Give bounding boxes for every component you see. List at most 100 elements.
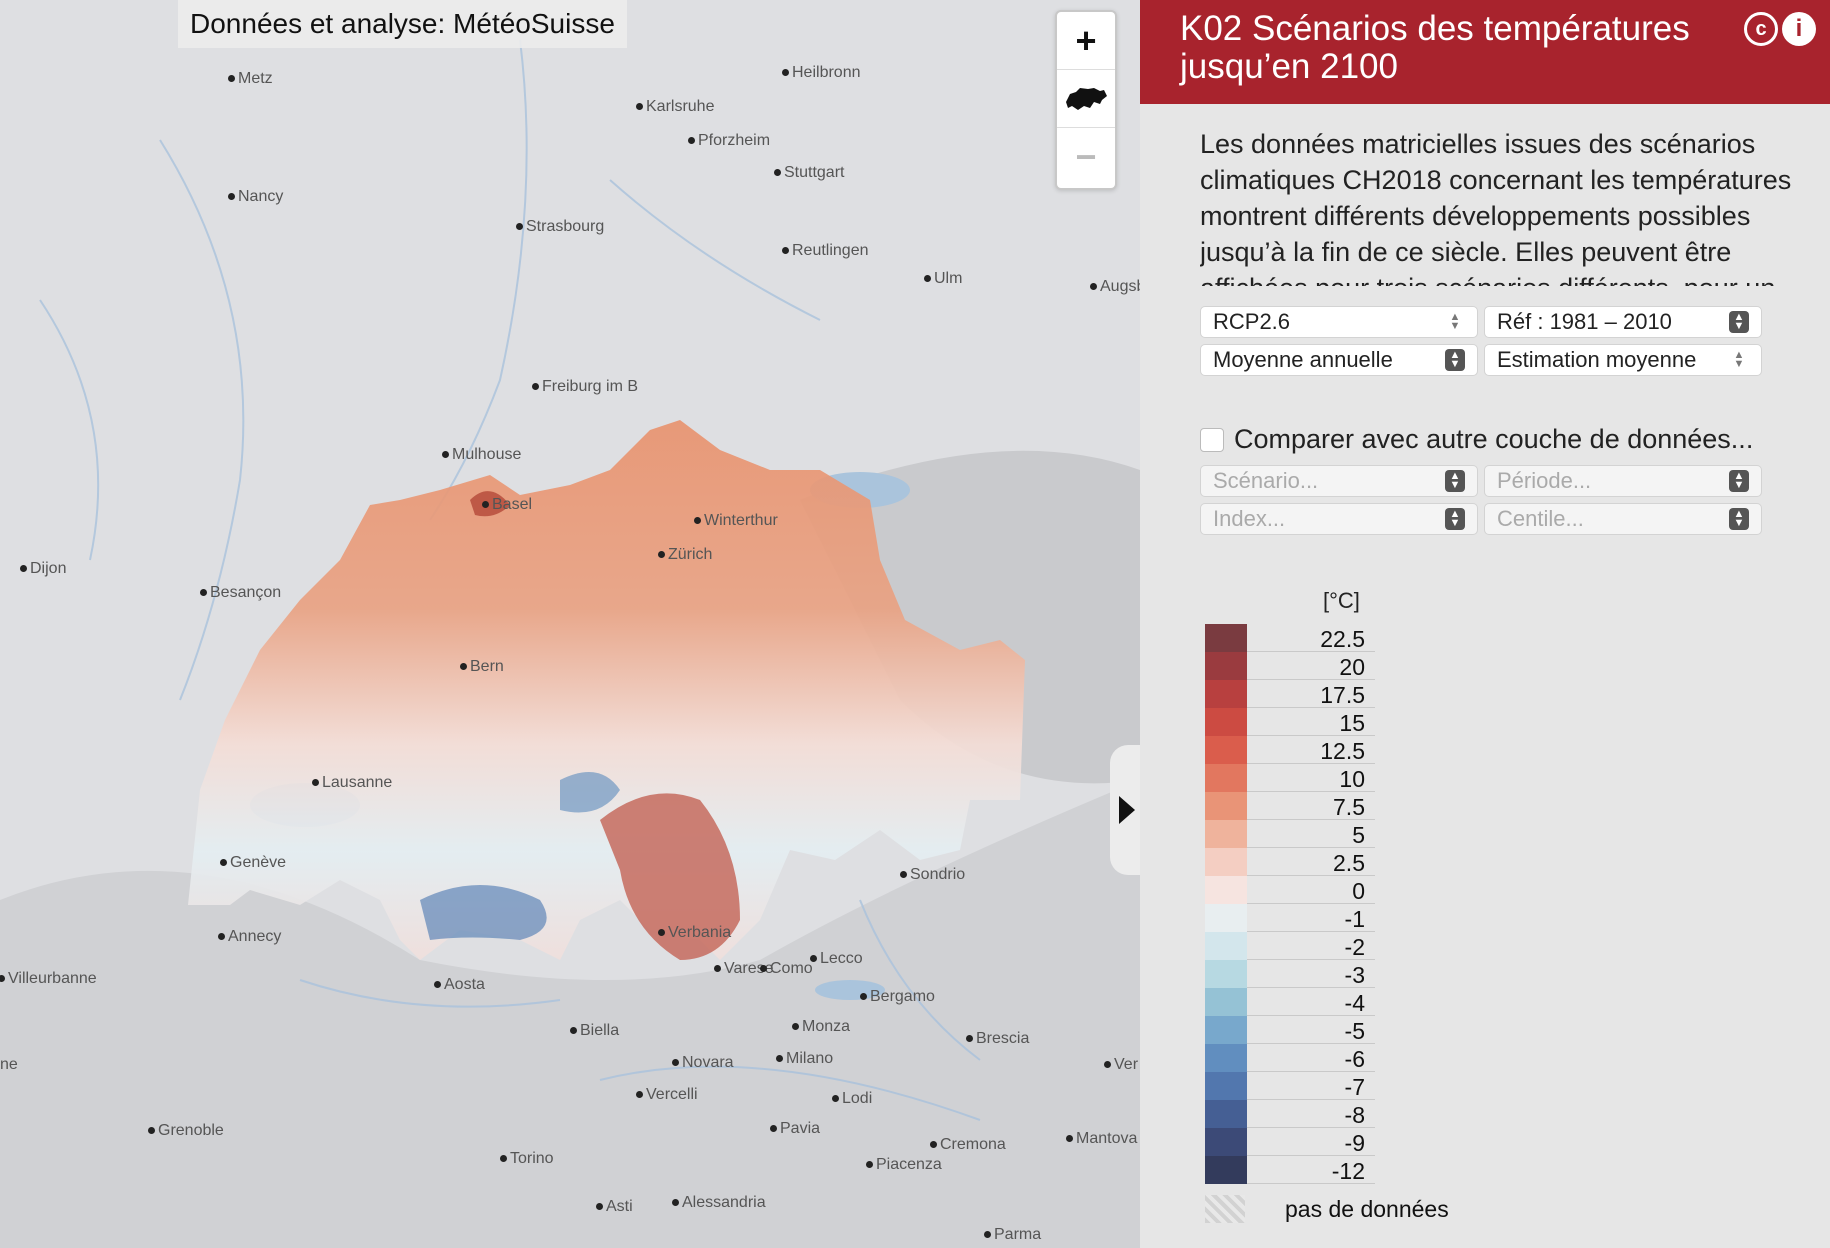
cc-icon[interactable]: c (1744, 12, 1778, 46)
compare-checkbox[interactable] (1200, 427, 1224, 452)
city-label: Monza (792, 1018, 850, 1036)
legend-swatch (1205, 1128, 1247, 1156)
legend-label: -8 (1344, 1102, 1365, 1128)
index-select-value: Moyenne annuelle (1213, 347, 1393, 372)
legend-label: -9 (1344, 1130, 1365, 1156)
city-label: Pforzheim (688, 132, 770, 150)
legend-swatch (1205, 988, 1247, 1016)
city-label: Heilbronn (782, 64, 860, 82)
map-view[interactable]: Données et analyse: MétéoSuisse + − Metz… (0, 0, 1140, 1248)
description-text: Les données matricielles issues des scén… (1200, 129, 1792, 286)
compare-index-value: Index... (1213, 506, 1286, 531)
scenario-select[interactable]: RCP2.6 ▲ ▼ (1200, 306, 1478, 338)
city-label: Metz (228, 70, 273, 88)
panel-title: K02 Scénarios des températures jusqu’en … (1180, 9, 1690, 86)
compare-label: Comparer avec autre couche de données... (1234, 424, 1754, 454)
legend-label: 5 (1352, 822, 1365, 848)
city-label: Zürich (658, 546, 712, 564)
city-label: Nancy (228, 188, 283, 206)
city-label: Villeurbanne (0, 970, 97, 988)
compare-period-value: Période... (1497, 468, 1592, 493)
city-label: Freiburg im B (532, 378, 638, 396)
city-label: Annecy (218, 928, 281, 946)
zoom-out-button[interactable]: − (1057, 128, 1115, 186)
estimate-select-value: Estimation moyenne (1497, 347, 1697, 372)
legend-swatch (1205, 736, 1247, 764)
city-label: Piacenza (866, 1156, 942, 1174)
info-icon[interactable]: i (1782, 12, 1816, 46)
city-label: ne (0, 1056, 18, 1074)
legend-swatch (1205, 932, 1247, 960)
city-label: Basel (482, 496, 532, 514)
legend-swatch (1205, 904, 1247, 932)
city-label: Novara (672, 1054, 734, 1072)
compare-scenario-value: Scénario... (1213, 468, 1319, 493)
city-label: Grenoble (148, 1122, 224, 1140)
legend-label: 7.5 (1333, 794, 1365, 820)
legend-label: -7 (1344, 1074, 1365, 1100)
legend-swatch (1205, 960, 1247, 988)
estimate-select[interactable]: Estimation moyenne ▲ ▼ (1484, 344, 1762, 376)
city-label: Strasbourg (516, 218, 604, 236)
city-label: Biella (570, 1022, 619, 1040)
city-label: Sondrio (900, 866, 965, 884)
city-label: Lausanne (312, 774, 392, 792)
city-label: Brescia (966, 1030, 1029, 1048)
caret-right-icon (1119, 796, 1135, 824)
compare-row: Comparer avec autre couche de données... (1200, 424, 1830, 455)
city-label: Besançon (200, 584, 281, 602)
reset-view-button[interactable] (1057, 70, 1115, 128)
city-label: Como (760, 960, 813, 978)
compare-index-select[interactable]: Index... ▲ ▼ (1200, 503, 1478, 535)
city-label: Stuttgart (774, 164, 844, 182)
legend-label: 15 (1339, 710, 1365, 736)
legend-swatch (1205, 1072, 1247, 1100)
select-arrows-icon: ▲ ▼ (1449, 311, 1461, 332)
panel-toggle-button[interactable] (1110, 745, 1140, 875)
legend-label: 20 (1339, 654, 1365, 680)
city-label: Milano (776, 1050, 833, 1068)
legend-label: 2.5 (1333, 850, 1365, 876)
city-label: Lecco (810, 950, 863, 968)
legend-swatch (1205, 876, 1247, 904)
legend-label: -4 (1344, 990, 1365, 1016)
select-arrows-icon: ▲ ▼ (1445, 349, 1465, 371)
compare-centile-select[interactable]: Centile... ▲ ▼ (1484, 503, 1762, 535)
legend-label: -12 (1331, 1158, 1365, 1184)
city-label: Reutlingen (782, 242, 869, 260)
legend-swatch (1205, 680, 1247, 708)
legend-label: -1 (1344, 906, 1365, 932)
legend-label: 0 (1352, 878, 1365, 904)
legend-label: -5 (1344, 1018, 1365, 1044)
no-data-label: pas de données (1285, 1195, 1449, 1222)
city-label: Ver (1104, 1056, 1138, 1074)
city-label: Parma (984, 1226, 1041, 1244)
compare-centile-value: Centile... (1497, 506, 1584, 531)
legend-swatch (1205, 624, 1247, 652)
reference-select[interactable]: Réf : 1981 – 2010 ▲ ▼ (1484, 306, 1762, 338)
select-arrows-icon: ▲ ▼ (1733, 349, 1745, 370)
select-arrows-icon: ▲ ▼ (1729, 311, 1749, 333)
reference-select-value: Réf : 1981 – 2010 (1497, 309, 1672, 334)
city-label: Karlsruhe (636, 98, 714, 116)
select-arrows-icon: ▲ ▼ (1729, 470, 1749, 492)
zoom-in-button[interactable]: + (1057, 12, 1115, 70)
select-arrows-icon: ▲ ▼ (1445, 508, 1465, 530)
legend-label: -2 (1344, 934, 1365, 960)
panel-header: K02 Scénarios des températures jusqu’en … (1140, 0, 1830, 104)
city-label: Vercelli (636, 1086, 698, 1104)
compare-period-select[interactable]: Période... ▲ ▼ (1484, 465, 1762, 497)
index-select[interactable]: Moyenne annuelle ▲ ▼ (1200, 344, 1478, 376)
legend-swatch (1205, 708, 1247, 736)
compare-scenario-select[interactable]: Scénario... ▲ ▼ (1200, 465, 1478, 497)
legend-swatch (1205, 1100, 1247, 1128)
select-arrows-icon: ▲ ▼ (1729, 508, 1749, 530)
city-label: Dijon (20, 560, 66, 578)
city-label: Bergamo (860, 988, 935, 1006)
city-label: Lodi (832, 1090, 872, 1108)
city-label: Genève (220, 854, 286, 872)
map-attribution: Données et analyse: MétéoSuisse (178, 0, 627, 48)
city-label: Augsb (1090, 278, 1140, 296)
city-label: Cremona (930, 1136, 1006, 1154)
legend-label: 22.5 (1320, 626, 1365, 652)
